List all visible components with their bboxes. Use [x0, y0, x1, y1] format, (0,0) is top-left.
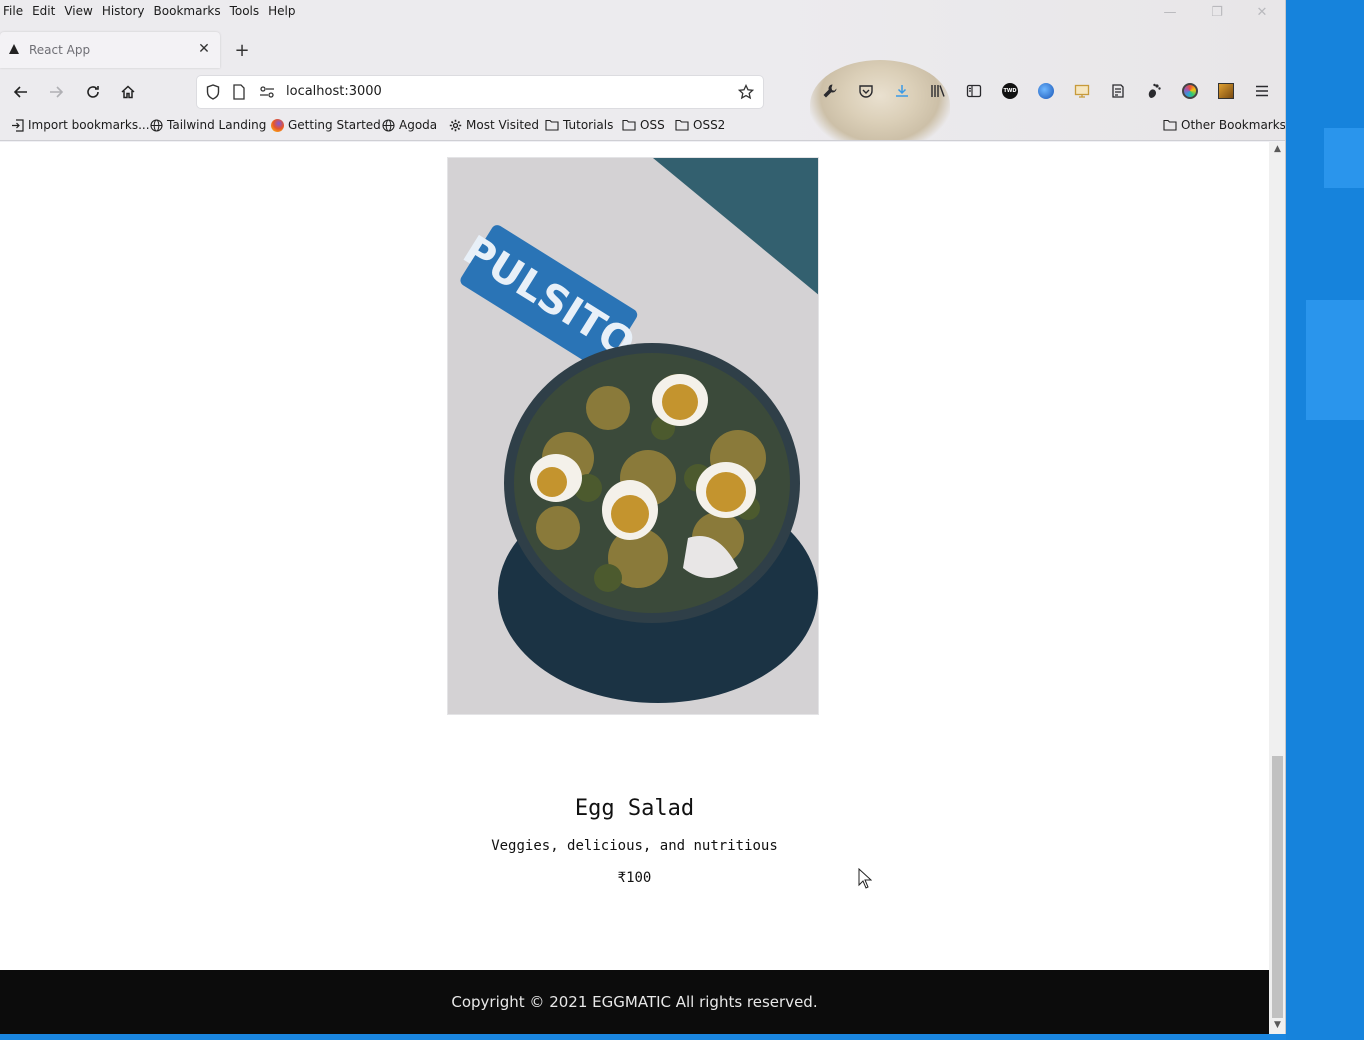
desktop-tile: [1306, 300, 1364, 420]
tab-bar: React App ✕ +: [0, 30, 1285, 70]
desktop-tile: [1324, 128, 1364, 188]
menu-help[interactable]: Help: [264, 1, 300, 21]
bookmark-label: Tutorials: [563, 118, 614, 132]
url-text[interactable]: localhost:3000: [286, 84, 382, 99]
back-arrow-icon: [13, 86, 27, 98]
menu-bar: File Edit View History Bookmarks Tools H…: [0, 0, 301, 22]
bookmark-label: Getting Started: [288, 118, 381, 132]
page-viewport: PULSITO Egg Salad Veggies, delicious, an…: [0, 142, 1269, 1034]
product-price: ₹100: [617, 870, 652, 886]
scroll-up-icon[interactable]: ▲: [1269, 142, 1285, 156]
bookmark-getting-started[interactable]: Getting Started: [270, 118, 381, 132]
wrench-icon[interactable]: [821, 82, 839, 100]
globe-extension-icon[interactable]: [1037, 82, 1055, 100]
forward-button[interactable]: [44, 80, 68, 104]
browser-window: File Edit View History Bookmarks Tools H…: [0, 0, 1286, 1034]
gear-icon: [448, 118, 462, 132]
bookmark-most-visited[interactable]: Most Visited: [448, 118, 539, 132]
desktop-background: [1286, 0, 1364, 1040]
bookmark-label: Agoda: [399, 118, 438, 132]
gnome-extension-icon[interactable]: [1145, 82, 1163, 100]
globe-icon: [149, 118, 163, 132]
taskbar-edge: [0, 1034, 1286, 1040]
bookmark-agoda[interactable]: Agoda: [381, 118, 437, 132]
folder-icon: [545, 118, 559, 132]
new-tab-button[interactable]: +: [232, 40, 252, 61]
notes-extension-icon[interactable]: [1109, 82, 1127, 100]
bookmark-label: Tailwind Landing: [167, 118, 267, 132]
bookmark-label: OSS: [640, 118, 665, 132]
navigation-bar: localhost:3000 TWD: [0, 72, 1285, 112]
hamburger-menu-icon[interactable]: [1253, 82, 1271, 100]
color-extension-icon[interactable]: [1181, 82, 1199, 100]
screen-extension-icon[interactable]: [1073, 82, 1091, 100]
tab-title: React App: [29, 43, 91, 57]
scroll-thumb[interactable]: [1272, 756, 1283, 1018]
product-image: PULSITO: [447, 157, 819, 715]
downloads-icon[interactable]: [893, 82, 911, 100]
home-button[interactable]: [116, 80, 140, 104]
folder-icon: [622, 118, 636, 132]
library-icon[interactable]: [929, 82, 947, 100]
bookmark-oss[interactable]: OSS: [622, 118, 665, 132]
close-window-button[interactable]: ✕: [1252, 4, 1272, 20]
menu-view[interactable]: View: [60, 1, 97, 21]
shield-icon[interactable]: [205, 84, 221, 100]
bookmark-label: Import bookmarks...: [28, 118, 150, 132]
bookmark-other-bookmarks[interactable]: Other Bookmarks: [1163, 118, 1286, 132]
restore-button[interactable]: ❐: [1207, 4, 1227, 20]
minimize-button[interactable]: —: [1160, 4, 1180, 20]
bookmarks-toolbar: Import bookmarks... Tailwind Landing Get…: [0, 116, 1286, 138]
twd-extension-icon[interactable]: TWD: [1001, 82, 1019, 100]
picture-extension-icon[interactable]: [1217, 82, 1235, 100]
scroll-down-icon[interactable]: ▼: [1269, 1018, 1285, 1032]
folder-icon: [1163, 118, 1177, 132]
back-button[interactable]: [9, 80, 33, 104]
bookmark-import[interactable]: Import bookmarks...: [10, 118, 150, 132]
permissions-icon[interactable]: [259, 84, 275, 100]
react-app-favicon-icon: [9, 44, 19, 54]
bookmark-label: Other Bookmarks: [1181, 118, 1286, 132]
browser-chrome: File Edit View History Bookmarks Tools H…: [0, 0, 1286, 141]
bookmark-oss2[interactable]: OSS2: [675, 118, 725, 132]
tab-close-icon[interactable]: ✕: [196, 41, 212, 57]
reload-button[interactable]: [81, 80, 105, 104]
bookmark-star-icon[interactable]: [738, 84, 754, 100]
product-description: Veggies, delicious, and nutritious: [491, 838, 778, 854]
menu-tools[interactable]: Tools: [226, 1, 265, 21]
menu-history[interactable]: History: [98, 1, 150, 21]
sidebar-icon[interactable]: [965, 82, 983, 100]
import-icon: [10, 118, 24, 132]
menu-file[interactable]: File: [0, 1, 28, 21]
home-icon: [121, 85, 135, 99]
firefox-icon: [270, 118, 284, 132]
pocket-icon[interactable]: [857, 82, 875, 100]
bookmark-tutorials[interactable]: Tutorials: [545, 118, 613, 132]
bookmark-label: Most Visited: [466, 118, 540, 132]
tab-react-app[interactable]: React App ✕: [0, 32, 220, 68]
mouse-cursor-icon: [858, 868, 872, 889]
bookmark-tailwind-landing[interactable]: Tailwind Landing: [149, 118, 266, 132]
reload-icon: [87, 86, 99, 98]
bookmark-label: OSS2: [693, 118, 726, 132]
egg-salad-photo: PULSITO: [448, 158, 818, 714]
footer-copyright: Copyright © 2021 EGGMATIC All rights res…: [451, 993, 818, 1011]
page-icon[interactable]: [231, 84, 247, 100]
product-name: Egg Salad: [574, 796, 695, 821]
menu-edit[interactable]: Edit: [28, 1, 60, 21]
url-bar[interactable]: localhost:3000: [197, 76, 763, 108]
folder-icon: [675, 118, 689, 132]
globe-icon: [381, 118, 395, 132]
menu-bookmarks[interactable]: Bookmarks: [150, 1, 226, 21]
forward-arrow-icon: [50, 86, 64, 98]
site-footer: Copyright © 2021 EGGMATIC All rights res…: [0, 970, 1269, 1034]
page-scrollbar[interactable]: ▲ ▼: [1269, 142, 1285, 1034]
